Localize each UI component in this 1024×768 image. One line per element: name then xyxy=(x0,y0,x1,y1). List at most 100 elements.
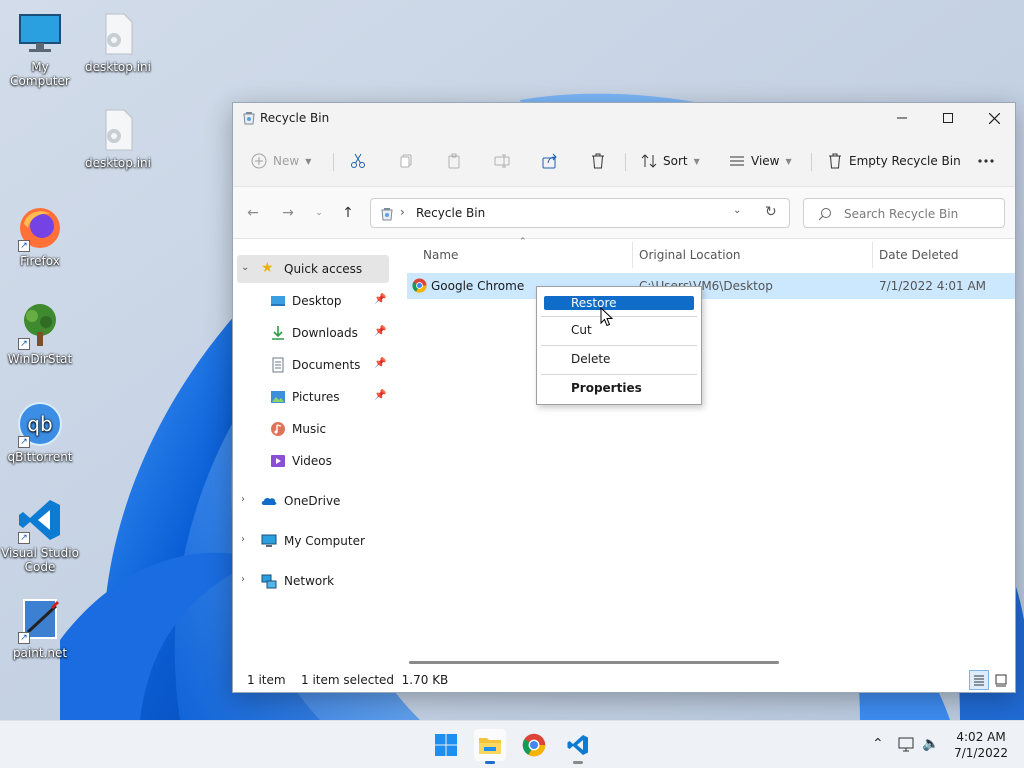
cut-button[interactable] xyxy=(350,146,366,176)
title-bar[interactable]: Recycle Bin xyxy=(233,103,1015,133)
nav-downloads[interactable]: Downloads 📌 xyxy=(233,319,393,347)
nav-music[interactable]: Music xyxy=(233,415,393,443)
minimize-icon xyxy=(897,117,907,119)
shortcut-arrow-icon: ↗ xyxy=(18,240,30,252)
taskbar-vscode[interactable] xyxy=(562,729,594,764)
arrow-right-icon: → xyxy=(282,205,294,221)
desktop-icon-windirstat[interactable]: ↗ WinDirStat xyxy=(0,302,80,366)
chevron-right-icon: › xyxy=(241,574,245,585)
settings-file-icon xyxy=(94,10,142,58)
column-separator[interactable] xyxy=(872,242,873,268)
windows-logo-icon xyxy=(435,734,457,756)
desktop-icon-vscode[interactable]: ↗ Visual Studio Code xyxy=(0,496,80,574)
running-indicator xyxy=(485,761,495,764)
show-hidden-icons-chevron-icon[interactable]: ⌃ xyxy=(872,736,884,752)
desktop-icon-paintnet[interactable]: ↗ paint.net xyxy=(0,596,80,660)
share-button[interactable] xyxy=(542,146,558,176)
chrome-icon xyxy=(522,733,546,757)
rename-button[interactable] xyxy=(494,146,510,176)
delete-button[interactable] xyxy=(590,146,606,176)
command-bar: New ▼ Sort ▼ View ▼ Empty Recycle Bin xyxy=(233,133,1015,187)
menu-item-delete[interactable]: Delete xyxy=(541,348,697,372)
navigation-pane: ⌄ ★ Quick access Desktop 📌 Downloads 📌 D… xyxy=(233,240,393,660)
large-icons-view-button[interactable] xyxy=(991,670,1011,690)
scissors-icon xyxy=(351,153,365,168)
nav-documents[interactable]: Documents 📌 xyxy=(233,351,393,379)
item-count: 1 item xyxy=(247,673,286,687)
maximize-icon xyxy=(943,113,953,123)
breadcrumb-separator-icon: › xyxy=(400,205,405,219)
svg-text:qb: qb xyxy=(27,412,52,436)
nav-onedrive[interactable]: › OneDrive xyxy=(233,487,393,515)
address-history-chevron-icon[interactable]: ⌄ xyxy=(733,205,741,216)
recent-locations-button[interactable]: ⌄ xyxy=(309,203,329,223)
toolbar-separator xyxy=(811,153,812,171)
network-status-icon[interactable] xyxy=(898,737,916,753)
trash-icon xyxy=(829,153,841,169)
chevron-down-icon: ⌄ xyxy=(241,262,250,273)
nav-network[interactable]: › Network xyxy=(233,567,393,595)
download-icon xyxy=(272,326,284,340)
volume-icon[interactable]: 🔈 xyxy=(922,736,939,752)
sort-button[interactable]: Sort ▼ xyxy=(641,146,700,176)
file-list[interactable]: ⌃ Name Original Location Date Deleted Go… xyxy=(393,237,1015,664)
desktop-icon-qbittorrent[interactable]: qb ↗ qBittorrent xyxy=(0,400,80,464)
taskbar-file-explorer[interactable] xyxy=(474,729,506,764)
breadcrumb-recycle-bin[interactable]: Recycle Bin xyxy=(416,206,485,220)
document-icon xyxy=(272,357,284,373)
copy-button[interactable] xyxy=(398,146,414,176)
desktop-icon-desktop-ini-1[interactable]: desktop.ini xyxy=(78,10,158,74)
menu-item-restore[interactable]: Restore xyxy=(544,296,694,310)
up-button[interactable]: ↑ xyxy=(338,203,358,223)
menu-item-properties[interactable]: Properties xyxy=(541,377,697,401)
minimize-button[interactable] xyxy=(879,103,925,133)
column-header-original-location[interactable]: Original Location xyxy=(639,248,741,262)
desktop-icon-my-computer[interactable]: My Computer xyxy=(0,10,80,88)
column-header-name[interactable]: Name xyxy=(423,248,458,262)
desktop-icon-firefox[interactable]: ↗ Firefox xyxy=(0,204,80,268)
monitor-icon xyxy=(16,10,64,58)
view-button[interactable]: View ▼ xyxy=(729,146,792,176)
back-button[interactable]: ← xyxy=(243,203,263,223)
shortcut-arrow-icon: ↗ xyxy=(18,436,30,448)
table-row[interactable]: Google Chrome C:\Users\VM6\Desktop 7/1/2… xyxy=(407,273,1015,299)
search-placeholder: Search Recycle Bin xyxy=(844,207,959,221)
taskbar-chrome[interactable] xyxy=(518,729,550,761)
clock[interactable]: 4:02 AM 7/1/2022 xyxy=(954,729,1008,761)
clock-date: 7/1/2022 xyxy=(954,746,1008,760)
address-bar[interactable]: › Recycle Bin ⌄ ↻ xyxy=(370,198,790,228)
network-icon xyxy=(261,574,277,589)
shortcut-arrow-icon: ↗ xyxy=(18,338,30,350)
nav-my-computer[interactable]: › My Computer xyxy=(233,527,393,555)
monitor-icon xyxy=(261,534,277,547)
horizontal-scrollbar[interactable] xyxy=(409,661,779,664)
video-icon xyxy=(271,455,285,467)
context-menu: Restore Cut Delete Properties xyxy=(536,286,702,405)
column-header-date-deleted[interactable]: Date Deleted xyxy=(879,248,959,262)
close-button[interactable] xyxy=(971,103,1017,133)
forward-button[interactable]: → xyxy=(278,203,298,223)
details-view-icon xyxy=(974,675,984,686)
toolbar-separator xyxy=(333,153,334,171)
vscode-icon xyxy=(567,735,588,755)
nav-videos[interactable]: Videos xyxy=(233,447,393,475)
column-separator[interactable] xyxy=(632,242,633,268)
start-button[interactable] xyxy=(430,729,462,761)
refresh-icon[interactable]: ↻ xyxy=(765,204,777,220)
view-list-icon xyxy=(730,156,744,166)
maximize-button[interactable] xyxy=(925,103,971,133)
menu-separator xyxy=(541,316,697,317)
more-options-button[interactable] xyxy=(977,146,995,176)
nav-desktop[interactable]: Desktop 📌 xyxy=(233,287,393,315)
paste-button[interactable] xyxy=(446,146,462,176)
address-row: ← → ⌄ ↑ › Recycle Bin ⌄ ↻ Search Recycle… xyxy=(233,187,1015,239)
details-view-button[interactable] xyxy=(969,670,989,690)
nav-pictures[interactable]: Pictures 📌 xyxy=(233,383,393,411)
search-box[interactable]: Search Recycle Bin xyxy=(803,198,1005,228)
nav-quick-access[interactable]: ⌄ ★ Quick access xyxy=(237,255,389,283)
menu-item-cut[interactable]: Cut xyxy=(541,319,697,343)
empty-recycle-bin-button[interactable]: Empty Recycle Bin xyxy=(827,146,961,176)
status-bar: 1 item 1 item selected 1.70 KB xyxy=(233,668,1015,692)
new-button[interactable]: New ▼ xyxy=(251,146,311,176)
desktop-icon-desktop-ini-2[interactable]: desktop.ini xyxy=(78,106,158,170)
